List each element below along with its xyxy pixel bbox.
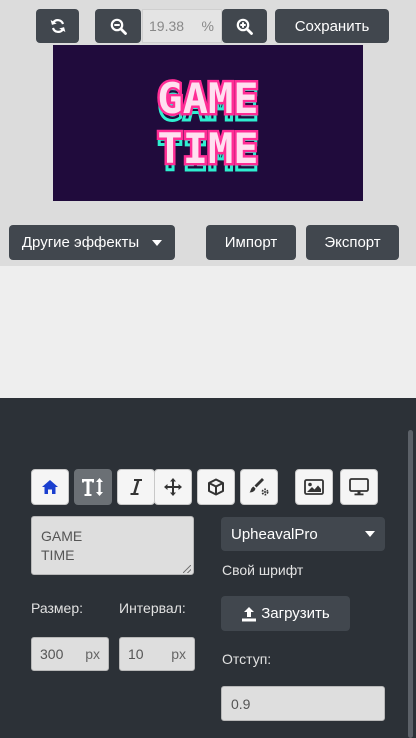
text-height-icon <box>82 478 103 496</box>
zoom-value: 19.38 <box>149 18 185 34</box>
tool-3d[interactable] <box>197 469 235 505</box>
export-button[interactable]: Экспорт <box>306 225 399 260</box>
caret-down-icon <box>152 239 163 246</box>
upload-font-label: Загрузить <box>261 605 330 622</box>
textarea-resize-handle[interactable] <box>182 564 191 573</box>
import-button[interactable]: Импорт <box>206 225 296 260</box>
preview-line1: GAME <box>157 74 258 123</box>
tool-move[interactable] <box>154 469 192 505</box>
size-label: Размер: <box>31 600 84 616</box>
panel-scrollbar[interactable] <box>408 430 413 738</box>
spacing-input[interactable]: 10 px <box>119 637 195 671</box>
zoom-in-icon <box>236 18 253 35</box>
upload-icon <box>242 606 257 621</box>
zoom-in-button[interactable] <box>222 9 267 43</box>
save-button[interactable]: Сохранить <box>275 9 389 43</box>
tool-italic[interactable] <box>117 469 155 505</box>
spacing-unit: px <box>171 646 186 662</box>
home-icon <box>42 480 58 494</box>
tool-style[interactable] <box>240 469 278 505</box>
size-input[interactable]: 300 px <box>31 637 109 671</box>
upload-font-button[interactable]: Загрузить <box>221 596 350 631</box>
preview-line2: TIME <box>157 124 258 173</box>
indent-label: Отступ: <box>222 651 272 667</box>
indent-input[interactable]: 0.9 <box>221 686 385 721</box>
zoom-unit: % <box>201 18 214 34</box>
italic-icon <box>130 479 142 495</box>
text-input[interactable]: GAME TIME <box>31 516 194 575</box>
font-select[interactable]: UpheavalPro <box>221 517 385 551</box>
size-unit: px <box>85 646 100 662</box>
refresh-button[interactable] <box>36 9 79 43</box>
tool-display[interactable] <box>340 469 378 505</box>
zoom-input[interactable]: 19.38 % <box>142 9 222 43</box>
spacing-value: 10 <box>128 646 144 662</box>
other-effects-dropdown[interactable]: Другие эффекты <box>9 225 175 260</box>
preview-area: 19.38 % Сохранить GAME GAME GAME TIME TI… <box>0 0 416 266</box>
zoom-out-button[interactable] <box>95 9 141 43</box>
settings-panel: GAME TIME UpheavalPro Свой шрифт Размер:… <box>0 398 416 738</box>
custom-font-label: Свой шрифт <box>222 562 304 578</box>
move-icon <box>164 478 182 496</box>
other-effects-label: Другие эффекты <box>21 234 140 251</box>
spacing-label: Интервал: <box>119 600 186 616</box>
preview-canvas: GAME GAME GAME TIME TIME TIME <box>53 45 363 201</box>
caret-down-icon <box>365 531 375 537</box>
brush-gear-icon <box>249 478 269 496</box>
image-icon <box>304 479 324 495</box>
font-select-value: UpheavalPro <box>231 525 318 543</box>
refresh-icon <box>50 19 65 33</box>
monitor-icon <box>349 478 369 496</box>
cube-icon <box>208 478 224 496</box>
size-value: 300 <box>40 646 64 662</box>
tool-image[interactable] <box>295 469 333 505</box>
zoom-out-icon <box>110 18 127 35</box>
tool-home[interactable] <box>31 469 69 505</box>
tool-text-size[interactable] <box>74 469 112 505</box>
